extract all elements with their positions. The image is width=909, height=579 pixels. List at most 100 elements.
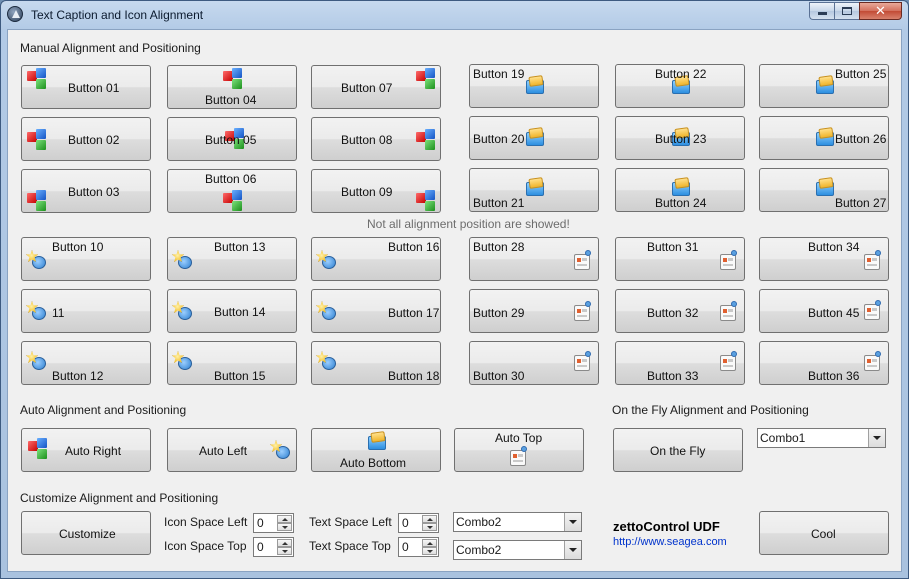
button-14[interactable]: Button 14 (167, 289, 297, 333)
button-15[interactable]: Button 15 (167, 341, 297, 385)
gear-icon (171, 350, 193, 372)
customize-button[interactable]: Customize (21, 511, 151, 555)
combo-value: Combo2 (456, 515, 502, 529)
spin-up-icon[interactable] (422, 515, 437, 523)
icon-space-left-stepper[interactable]: 0 (253, 513, 294, 533)
button-28[interactable]: Button 28 (469, 237, 599, 281)
custom-combo-b[interactable]: Combo2 (453, 540, 582, 560)
auto-top-button[interactable]: Auto Top (454, 428, 584, 472)
window-controls: ✕ (809, 2, 902, 20)
spin-up-icon[interactable] (422, 539, 437, 547)
button-45[interactable]: Button 45 (759, 289, 889, 333)
button-caption: Button 23 (655, 132, 707, 146)
title-bar[interactable]: Text Caption and Icon Alignment ✕ (1, 1, 908, 29)
button-23[interactable]: Button 23 (615, 116, 745, 160)
auto-bottom-button[interactable]: Auto Bottom (311, 428, 441, 472)
fly-combo[interactable]: Combo1 (757, 428, 886, 448)
gear-icon (315, 350, 337, 372)
cubes-icon (415, 68, 437, 90)
button-11[interactable]: 11 (21, 289, 151, 333)
button-caption: Button 02 (68, 133, 120, 147)
button-caption: Button 29 (473, 306, 525, 320)
app-icon[interactable] (7, 6, 23, 22)
button-caption: Button 12 (52, 369, 104, 383)
button-34[interactable]: Button 34 (759, 237, 889, 281)
spin-up-icon[interactable] (277, 539, 292, 547)
button-33[interactable]: Button 33 (615, 341, 745, 385)
button-18[interactable]: Button 18 (311, 341, 441, 385)
gear-icon (25, 300, 47, 322)
auto-right-button[interactable]: Auto Right (21, 428, 151, 472)
button-caption: Auto Bottom (340, 456, 407, 470)
form-icon (861, 351, 883, 373)
close-button[interactable]: ✕ (859, 2, 902, 20)
gear-icon (315, 300, 337, 322)
button-caption: Button 06 (205, 172, 257, 186)
button-caption: Button 36 (808, 369, 860, 383)
text-space-top-stepper[interactable]: 0 (398, 537, 439, 557)
button-19[interactable]: Button 19 (469, 64, 599, 108)
chevron-down-icon[interactable] (564, 513, 581, 531)
button-29[interactable]: Button 29 (469, 289, 599, 333)
spin-down-icon[interactable] (422, 523, 437, 531)
button-caption: Auto Left (199, 444, 248, 458)
maximize-button[interactable] (834, 2, 859, 20)
button-caption: Button 24 (655, 196, 707, 210)
button-26[interactable]: Button 26 (759, 116, 889, 160)
button-13[interactable]: Button 13 (167, 237, 297, 281)
button-06[interactable]: Button 06 (167, 169, 297, 213)
stepper-value: 0 (257, 540, 264, 554)
button-07[interactable]: Button 07 (311, 65, 441, 109)
auto-left-button[interactable]: Auto Left (167, 428, 297, 472)
minimize-button[interactable] (809, 2, 834, 20)
button-08[interactable]: Button 08 (311, 117, 441, 161)
form-icon (861, 300, 883, 322)
chevron-down-icon[interactable] (868, 429, 885, 447)
button-24[interactable]: Button 24 (615, 168, 745, 212)
button-21[interactable]: Button 21 (469, 168, 599, 212)
gear-icon (171, 300, 193, 322)
spin-down-icon[interactable] (277, 547, 292, 555)
button-09[interactable]: Button 09 (311, 169, 441, 213)
button-32[interactable]: Button 32 (615, 289, 745, 333)
spin-down-icon[interactable] (277, 523, 292, 531)
button-16[interactable]: Button 16 (311, 237, 441, 281)
folder-icon (366, 430, 388, 452)
text-space-left-stepper[interactable]: 0 (398, 513, 439, 533)
combo-value: Combo2 (456, 543, 502, 557)
button-caption: Button 08 (341, 133, 393, 147)
button-04[interactable]: Button 04 (167, 65, 297, 109)
button-caption: Button 45 (808, 306, 860, 320)
cool-button[interactable]: Cool (759, 511, 889, 555)
button-30[interactable]: Button 30 (469, 341, 599, 385)
on-the-fly-button[interactable]: On the Fly (613, 428, 743, 472)
brand-link[interactable]: http://www.seagea.com (613, 536, 727, 548)
custom-combo-a[interactable]: Combo2 (453, 512, 582, 532)
gear-icon (25, 350, 47, 372)
alignment-note: Not all alignment position are showed! (367, 217, 570, 231)
button-31[interactable]: Button 31 (615, 237, 745, 281)
button-25[interactable]: Button 25 (759, 64, 889, 108)
button-caption: Button 19 (473, 67, 525, 81)
button-01[interactable]: Button 01 (21, 65, 151, 109)
spin-up-icon[interactable] (277, 515, 292, 523)
button-22[interactable]: Button 22 (615, 64, 745, 108)
stepper-value: 0 (402, 540, 409, 554)
button-17[interactable]: Button 17 (311, 289, 441, 333)
button-27[interactable]: Button 27 (759, 168, 889, 212)
cubes-icon (222, 68, 244, 90)
button-10[interactable]: Button 10 (21, 237, 151, 281)
gear-icon (171, 249, 193, 271)
button-02[interactable]: Button 02 (21, 117, 151, 161)
form-icon (717, 301, 739, 323)
button-caption: Button 15 (214, 369, 266, 383)
button-20[interactable]: Button 20 (469, 116, 599, 160)
button-03[interactable]: Button 03 (21, 169, 151, 213)
button-12[interactable]: Button 12 (21, 341, 151, 385)
button-caption: Button 01 (68, 81, 120, 95)
icon-space-top-stepper[interactable]: 0 (253, 537, 294, 557)
button-05[interactable]: Button 05 (167, 117, 297, 161)
spin-down-icon[interactable] (422, 547, 437, 555)
chevron-down-icon[interactable] (564, 541, 581, 559)
button-36[interactable]: Button 36 (759, 341, 889, 385)
